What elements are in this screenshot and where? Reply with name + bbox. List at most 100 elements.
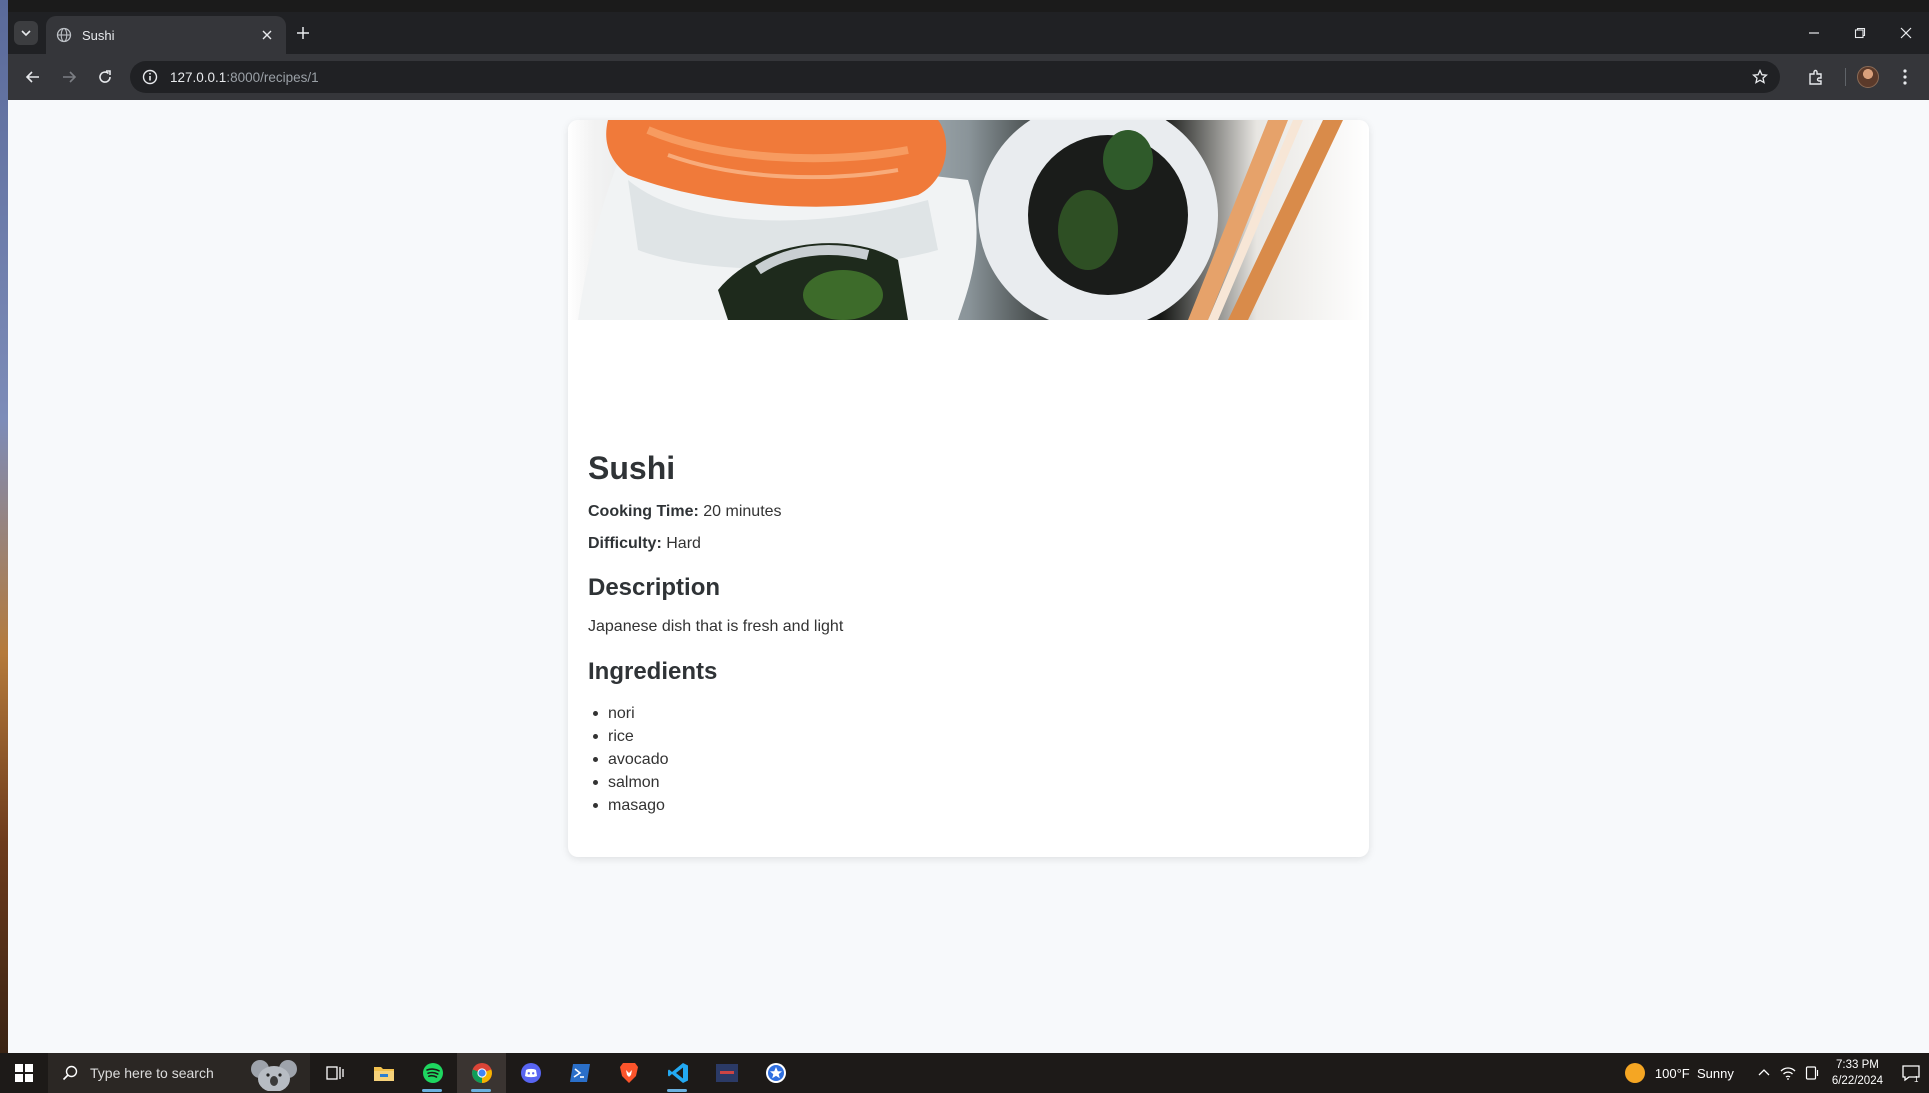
restore-button[interactable] bbox=[1837, 12, 1883, 54]
notification-center-button[interactable]: 1 bbox=[1893, 1053, 1929, 1093]
url-host: 127.0.0.1 bbox=[170, 69, 227, 85]
network-button[interactable] bbox=[1776, 1053, 1800, 1093]
cooking-time: Cooking Time: 20 minutes bbox=[588, 504, 1349, 520]
volume-button[interactable] bbox=[1800, 1053, 1824, 1093]
taskbar-powershell[interactable] bbox=[555, 1053, 604, 1093]
device-icon bbox=[1805, 1066, 1818, 1080]
recipe-image bbox=[568, 120, 1369, 320]
close-window-button[interactable] bbox=[1883, 12, 1929, 54]
difficulty: Difficulty: Hard bbox=[588, 536, 1349, 552]
taskbar-spotify[interactable] bbox=[408, 1053, 457, 1093]
toolbar-divider bbox=[1845, 68, 1846, 86]
search-icon bbox=[62, 1065, 78, 1081]
windows-logo-icon bbox=[15, 1064, 33, 1082]
koala-search-art-icon bbox=[251, 1060, 297, 1091]
running-indicator bbox=[667, 1089, 687, 1092]
description-text: Japanese dish that is fresh and light bbox=[588, 618, 844, 635]
task-view-icon bbox=[325, 1066, 344, 1080]
task-view-button[interactable] bbox=[310, 1053, 359, 1093]
brave-icon bbox=[619, 1063, 638, 1083]
sun-icon bbox=[1624, 1063, 1645, 1083]
system-tray: 100°F Sunny 7:33 PM 6/22/2024 1 bbox=[1624, 1053, 1929, 1093]
forward-button[interactable] bbox=[56, 64, 82, 90]
back-button[interactable] bbox=[20, 64, 46, 90]
weather-condition: Sunny bbox=[1696, 1065, 1734, 1081]
star-badge-icon bbox=[765, 1063, 786, 1083]
bookmark-star-icon[interactable] bbox=[1750, 67, 1770, 87]
extensions-button[interactable] bbox=[1801, 62, 1831, 92]
running-indicator bbox=[471, 1089, 491, 1092]
recipe-content: Sushi Cooking Time: 20 minutes Difficult… bbox=[568, 450, 1369, 817]
running-indicator bbox=[422, 1089, 442, 1092]
desktop-wallpaper-edge bbox=[0, 0, 8, 1053]
recipe-title: Sushi bbox=[588, 450, 676, 486]
taskbar-search[interactable]: Type here to search bbox=[48, 1053, 310, 1093]
app-window-icon bbox=[715, 1064, 738, 1082]
tab-sushi[interactable]: Sushi bbox=[46, 16, 286, 54]
folder-icon bbox=[373, 1067, 394, 1081]
weather-widget[interactable]: 100°F Sunny bbox=[1624, 1063, 1734, 1083]
avatar bbox=[1857, 66, 1879, 88]
plus-icon bbox=[297, 27, 309, 39]
ingredient-item: avocado bbox=[593, 748, 1349, 771]
recipe-card: Sushi Cooking Time: 20 minutes Difficult… bbox=[568, 120, 1369, 857]
cooking-time-value: 20 minutes bbox=[703, 503, 782, 520]
ingredient-item: nori bbox=[593, 702, 1349, 725]
taskbar-vscode[interactable] bbox=[653, 1053, 702, 1093]
search-placeholder: Type here to search bbox=[90, 1065, 214, 1081]
close-icon bbox=[1900, 27, 1912, 39]
reload-icon bbox=[99, 70, 111, 83]
powershell-icon bbox=[569, 1064, 590, 1082]
chrome-icon bbox=[471, 1063, 492, 1083]
reload-button[interactable] bbox=[92, 64, 118, 90]
taskbar-file-explorer[interactable] bbox=[359, 1053, 408, 1093]
url-text: 127.0.0.1:8000/recipes/1 bbox=[170, 70, 319, 85]
vscode-icon bbox=[667, 1063, 688, 1083]
wifi-icon bbox=[1780, 1067, 1796, 1080]
tab-title: Sushi bbox=[82, 27, 115, 43]
taskbar-chrome[interactable] bbox=[457, 1053, 506, 1093]
taskbar-brave[interactable] bbox=[604, 1053, 653, 1093]
restore-icon bbox=[1854, 27, 1866, 39]
difficulty-label: Difficulty: bbox=[588, 535, 662, 552]
ingredient-item: salmon bbox=[593, 771, 1349, 794]
sushi-photo bbox=[578, 120, 1343, 320]
clock-time: 7:33 PM bbox=[1836, 1059, 1879, 1071]
cooking-time-label: Cooking Time: bbox=[588, 503, 699, 520]
show-hidden-icons-button[interactable] bbox=[1752, 1053, 1776, 1093]
notification-count: 1 bbox=[1914, 1075, 1919, 1083]
profile-button[interactable] bbox=[1853, 62, 1883, 92]
browser-toolbar: 127.0.0.1:8000/recipes/1 bbox=[8, 54, 1929, 100]
taskbar-discord[interactable] bbox=[506, 1053, 555, 1093]
start-button[interactable] bbox=[0, 1053, 48, 1093]
taskbar: Type here to search 100°F Sunny 7:33 PM … bbox=[0, 1053, 1929, 1093]
arrow-left-icon bbox=[25, 71, 39, 83]
url-path: :8000/recipes/1 bbox=[226, 69, 319, 85]
taskbar-app-star[interactable] bbox=[751, 1053, 800, 1093]
discord-icon bbox=[520, 1063, 541, 1083]
ingredients-heading: Ingredients bbox=[588, 658, 718, 685]
chevron-down-icon bbox=[21, 30, 31, 37]
difficulty-value: Hard bbox=[666, 535, 701, 552]
ingredients-list: nori rice avocado salmon masago bbox=[588, 702, 1349, 817]
notification-icon: 1 bbox=[1902, 1065, 1920, 1083]
site-info-icon[interactable] bbox=[142, 69, 158, 85]
ingredient-item: masago bbox=[593, 794, 1349, 817]
title-bar: Sushi bbox=[8, 12, 1929, 54]
clock[interactable]: 7:33 PM 6/22/2024 bbox=[1832, 1057, 1883, 1089]
tab-search-button[interactable] bbox=[14, 21, 38, 45]
kebab-menu-icon bbox=[1903, 69, 1907, 85]
window-controls bbox=[1791, 12, 1929, 54]
description-heading: Description bbox=[588, 574, 721, 601]
menu-button[interactable] bbox=[1890, 62, 1920, 92]
weather-temp: 100°F bbox=[1654, 1065, 1690, 1081]
chevron-up-icon bbox=[1758, 1069, 1770, 1076]
browser-window: Sushi 127.0.0.1:8000/recipes/1 Sushi Coo… bbox=[8, 12, 1929, 1053]
minimize-button[interactable] bbox=[1791, 12, 1837, 54]
close-tab-icon[interactable] bbox=[258, 26, 276, 44]
ingredient-item: rice bbox=[593, 725, 1349, 748]
globe-icon bbox=[56, 27, 72, 43]
taskbar-app-window[interactable] bbox=[702, 1053, 751, 1093]
new-tab-button[interactable] bbox=[292, 22, 314, 44]
address-bar[interactable]: 127.0.0.1:8000/recipes/1 bbox=[130, 61, 1780, 93]
